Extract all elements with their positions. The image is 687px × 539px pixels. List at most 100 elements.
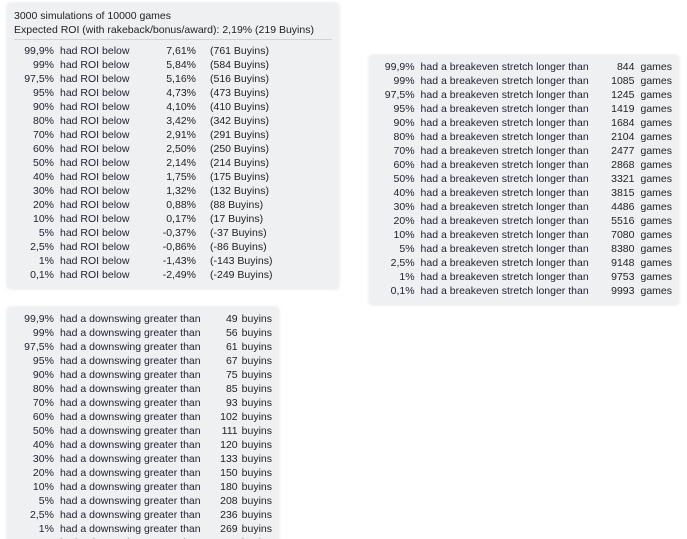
breakeven-unit: games xyxy=(634,158,672,172)
roi-value: 1,32% xyxy=(146,184,196,198)
downswing-unit: buyins xyxy=(238,382,272,396)
breakeven-row: 50%had a breakeven stretch longer than33… xyxy=(376,172,672,186)
downswing-value: 56 xyxy=(208,326,238,340)
roi-buyins: (88 Buyins) xyxy=(196,198,320,212)
roi-buyins: (-86 Buyins) xyxy=(196,240,320,254)
roi-pct: 90% xyxy=(14,100,60,114)
breakeven-unit: games xyxy=(634,284,672,298)
breakeven-row: 2,5%had a breakeven stretch longer than9… xyxy=(376,256,672,270)
roi-value: 4,73% xyxy=(146,86,196,100)
roi-mid-label: had ROI below xyxy=(60,100,146,114)
downswing-row: 80%had a downswing greater than85buyins xyxy=(14,382,272,396)
breakeven-unit: games xyxy=(634,242,672,256)
downswing-value: 93 xyxy=(208,396,238,410)
downswing-unit: buyins xyxy=(238,424,272,438)
roi-row: 99%had ROI below5,84%(584 Buyins) xyxy=(14,58,332,72)
roi-panel: 3000 simulations of 10000 games Expected… xyxy=(8,4,338,288)
breakeven-value: 844 xyxy=(596,60,635,74)
breakeven-row: 99,9%had a breakeven stretch longer than… xyxy=(376,60,672,74)
roi-mid-label: had ROI below xyxy=(60,72,146,86)
roi-buyins: (342 Buyins) xyxy=(196,114,320,128)
breakeven-pct: 0,1% xyxy=(376,284,421,298)
roi-mid-label: had ROI below xyxy=(60,156,146,170)
roi-row: 5%had ROI below-0,37%(-37 Buyins) xyxy=(14,226,332,240)
downswing-pct: 40% xyxy=(14,438,60,452)
downswing-unit: buyins xyxy=(238,452,272,466)
roi-mid-label: had ROI below xyxy=(60,114,146,128)
downswing-mid-label: had a downswing greater than xyxy=(60,508,208,522)
breakeven-panel: 99,9%had a breakeven stretch longer than… xyxy=(370,56,678,304)
roi-pct: 10% xyxy=(14,212,60,226)
downswing-pct: 60% xyxy=(14,410,60,424)
roi-buyins: (17 Buyins) xyxy=(196,212,320,226)
downswing-value: 269 xyxy=(208,522,238,536)
roi-buyins: (132 Buyins) xyxy=(196,184,320,198)
breakeven-mid-label: had a breakeven stretch longer than xyxy=(421,74,596,88)
roi-mid-label: had ROI below xyxy=(60,184,146,198)
roi-header-line2: Expected ROI (with rakeback/bonus/award)… xyxy=(14,23,332,37)
breakeven-mid-label: had a breakeven stretch longer than xyxy=(421,270,596,284)
breakeven-unit: games xyxy=(634,172,672,186)
downswing-row: 97,5%had a downswing greater than61buyin… xyxy=(14,340,272,354)
breakeven-unit: games xyxy=(634,60,672,74)
roi-row: 60%had ROI below2,50%(250 Buyins) xyxy=(14,142,332,156)
breakeven-unit: games xyxy=(634,102,672,116)
breakeven-row: 1%had a breakeven stretch longer than975… xyxy=(376,270,672,284)
breakeven-pct: 30% xyxy=(376,200,421,214)
breakeven-unit: games xyxy=(634,214,672,228)
breakeven-row: 90%had a breakeven stretch longer than16… xyxy=(376,116,672,130)
roi-header-line1: 3000 simulations of 10000 games xyxy=(14,9,332,23)
breakeven-unit: games xyxy=(634,130,672,144)
breakeven-unit: games xyxy=(634,200,672,214)
downswing-row: 90%had a downswing greater than75buyins xyxy=(14,368,272,382)
downswing-pct: 5% xyxy=(14,494,60,508)
downswing-row: 2,5%had a downswing greater than236buyin… xyxy=(14,508,272,522)
breakeven-mid-label: had a breakeven stretch longer than xyxy=(421,200,596,214)
breakeven-value: 2477 xyxy=(596,144,635,158)
downswing-mid-label: had a downswing greater than xyxy=(60,480,208,494)
downswing-pct: 10% xyxy=(14,480,60,494)
downswing-unit: buyins xyxy=(238,410,272,424)
breakeven-unit: games xyxy=(634,256,672,270)
roi-pct: 40% xyxy=(14,170,60,184)
roi-pct: 99,9% xyxy=(14,44,60,58)
breakeven-value: 9753 xyxy=(596,270,635,284)
roi-row: 10%had ROI below0,17%(17 Buyins) xyxy=(14,212,332,226)
downswing-value: 111 xyxy=(208,424,238,438)
roi-row: 80%had ROI below3,42%(342 Buyins) xyxy=(14,114,332,128)
downswing-pct: 50% xyxy=(14,424,60,438)
roi-row: 30%had ROI below1,32%(132 Buyins) xyxy=(14,184,332,198)
breakeven-value: 8380 xyxy=(596,242,635,256)
downswing-pct: 95% xyxy=(14,354,60,368)
breakeven-mid-label: had a breakeven stretch longer than xyxy=(421,60,596,74)
roi-row: 70%had ROI below2,91%(291 Buyins) xyxy=(14,128,332,142)
breakeven-row: 95%had a breakeven stretch longer than14… xyxy=(376,102,672,116)
roi-buyins: (-249 Buyins) xyxy=(196,268,320,282)
roi-buyins: (410 Buyins) xyxy=(196,100,320,114)
downswing-value: 120 xyxy=(208,438,238,452)
downswing-unit: buyins xyxy=(238,396,272,410)
downswing-mid-label: had a downswing greater than xyxy=(60,410,208,424)
roi-pct: 80% xyxy=(14,114,60,128)
breakeven-value: 2104 xyxy=(596,130,635,144)
roi-pct: 97,5% xyxy=(14,72,60,86)
roi-buyins: (-143 Buyins) xyxy=(196,254,320,268)
breakeven-mid-label: had a breakeven stretch longer than xyxy=(421,88,596,102)
breakeven-pct: 2,5% xyxy=(376,256,421,270)
roi-buyins: (473 Buyins) xyxy=(196,86,320,100)
roi-row: 1%had ROI below-1,43%(-143 Buyins) xyxy=(14,254,332,268)
breakeven-unit: games xyxy=(634,186,672,200)
roi-mid-label: had ROI below xyxy=(60,58,146,72)
downswing-unit: buyins xyxy=(238,326,272,340)
downswing-mid-label: had a downswing greater than xyxy=(60,396,208,410)
downswing-mid-label: had a downswing greater than xyxy=(60,354,208,368)
roi-pct: 60% xyxy=(14,142,60,156)
downswing-value: 102 xyxy=(208,410,238,424)
downswing-mid-label: had a downswing greater than xyxy=(60,466,208,480)
roi-value: -2,49% xyxy=(146,268,196,282)
downswing-row: 95%had a downswing greater than67buyins xyxy=(14,354,272,368)
breakeven-mid-label: had a breakeven stretch longer than xyxy=(421,130,596,144)
downswing-unit: buyins xyxy=(238,438,272,452)
breakeven-mid-label: had a breakeven stretch longer than xyxy=(421,144,596,158)
roi-pct: 20% xyxy=(14,198,60,212)
